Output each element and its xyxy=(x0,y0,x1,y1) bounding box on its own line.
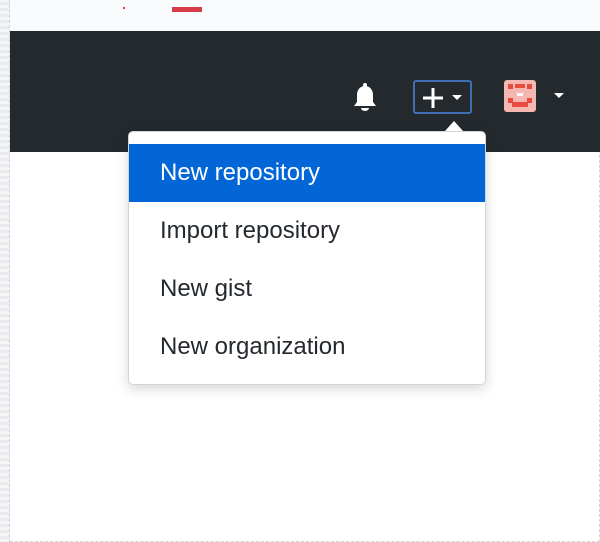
create-new-dropdown: New repository Import repository New gis… xyxy=(128,131,486,385)
top-accent-bar xyxy=(172,7,202,12)
identicon-avatar xyxy=(504,80,536,112)
caret-down-icon xyxy=(554,93,564,98)
bell-icon xyxy=(354,83,376,111)
top-bar xyxy=(10,0,600,31)
left-gutter xyxy=(0,0,10,542)
menu-item-import-repository[interactable]: Import repository xyxy=(129,202,485,260)
dropdown-pointer xyxy=(445,121,463,131)
notifications-button[interactable] xyxy=(352,80,378,116)
user-menu-button[interactable] xyxy=(501,76,571,116)
create-new-button[interactable] xyxy=(413,80,472,114)
menu-item-new-gist[interactable]: New gist xyxy=(129,260,485,318)
menu-item-new-repository[interactable]: New repository xyxy=(129,144,485,202)
top-accent-dot xyxy=(123,7,125,9)
plus-icon xyxy=(423,88,443,108)
caret-down-icon xyxy=(452,95,462,100)
menu-item-new-organization[interactable]: New organization xyxy=(129,318,485,376)
